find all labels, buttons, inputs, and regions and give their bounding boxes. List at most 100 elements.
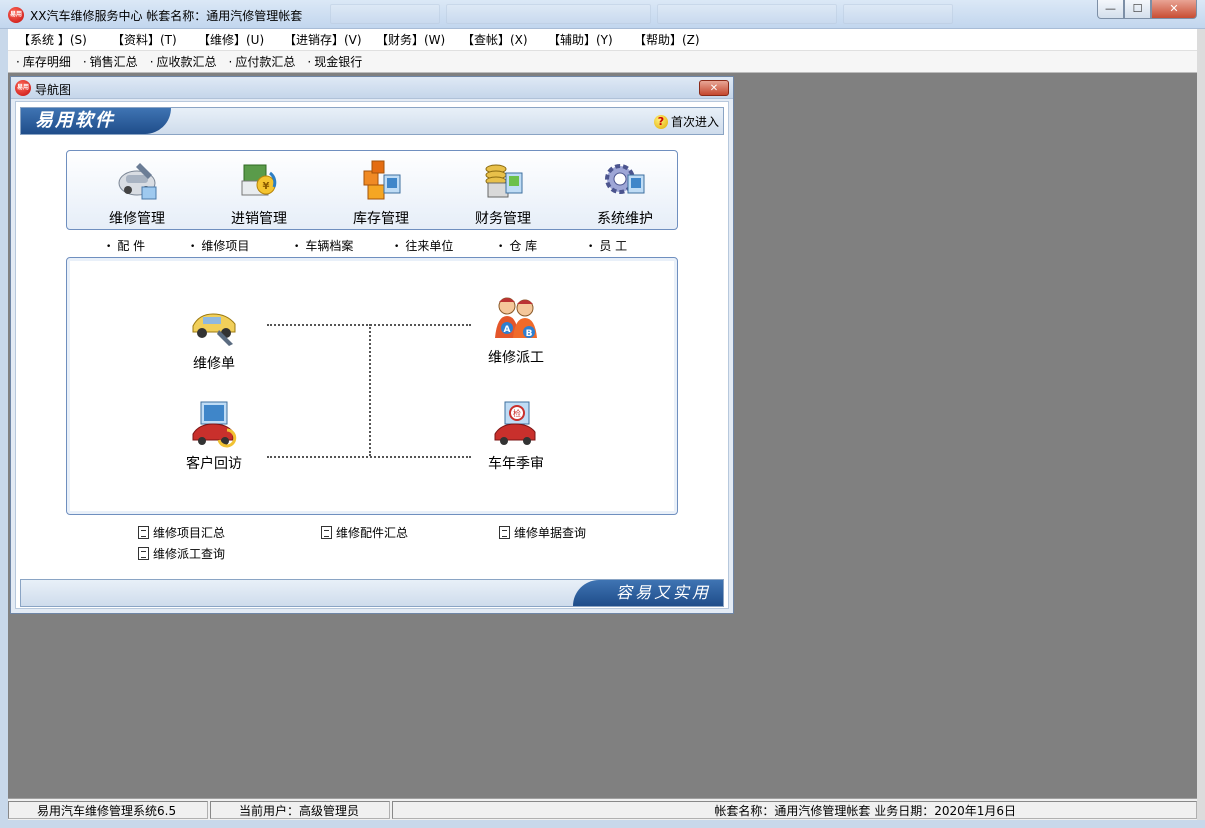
status-app-version: 易用汽车维修管理系统6.5	[8, 800, 208, 819]
mechanics-dispatch-icon: A B	[495, 297, 537, 339]
navigator-title: 导航图	[35, 83, 72, 97]
document-icon	[138, 547, 149, 560]
footer-slogan: 容易又实用	[573, 580, 723, 606]
link-vehicle-records[interactable]: 车辆档案	[294, 237, 353, 254]
module-repair-management[interactable]: 维修管理	[87, 157, 187, 228]
ghost-tab	[657, 4, 837, 24]
module-purchase-sales[interactable]: ¥ 进销管理	[209, 157, 309, 228]
footer-banner: 容易又实用	[20, 579, 724, 607]
flow-annual-inspection[interactable]: 检 车年季审	[461, 400, 571, 473]
module-finance-management[interactable]: 财务管理	[453, 157, 553, 228]
close-button[interactable]: ✕	[1151, 0, 1197, 19]
flow-label: 客户回访	[186, 456, 242, 472]
flow-label: 维修派工	[488, 350, 544, 366]
menu-audit[interactable]: 【查帐】(X)	[452, 31, 538, 48]
module-label: 库存管理	[353, 211, 409, 227]
window-right-border	[1197, 29, 1205, 828]
window-left-border	[0, 29, 8, 820]
badge-a: A	[504, 325, 511, 335]
menu-bar: 【系统 】(S) 【资料】(T) 【维修】(U) 【进销存】(V) 【财务】(W…	[8, 29, 1197, 51]
help-question-icon: ?	[653, 114, 668, 129]
title-bar: 易用 XX汽车维修服务中心 帐套名称：通用汽修管理帐套 — ☐ ✕	[0, 0, 1205, 29]
menu-inventory[interactable]: 【进销存】(V)	[274, 31, 366, 48]
navigator-close-button[interactable]: ✕	[699, 80, 729, 96]
report-repair-order-query[interactable]: 维修单据查询	[499, 524, 586, 541]
settings-gear-icon	[605, 164, 645, 194]
module-label: 进销管理	[231, 211, 287, 227]
module-label: 财务管理	[475, 211, 531, 227]
purchase-sales-icon: ¥	[241, 164, 277, 196]
app-logo-icon: 易用	[8, 7, 24, 23]
flow-customer-visit[interactable]: 客户回访	[159, 400, 269, 473]
background-taskbar-tabs	[330, 4, 953, 26]
repair-icon	[118, 163, 157, 200]
link-employees[interactable]: 员 工	[588, 237, 627, 254]
document-icon	[138, 526, 149, 539]
menu-finance[interactable]: 【财务】(W)	[366, 31, 452, 48]
navigator-body: 易用软件 ? 首次进入 维修管理 ¥ 进销管理 库存管理 财务管理 系统维护 •…	[15, 101, 729, 609]
maximize-button[interactable]: ☐	[1124, 0, 1151, 19]
svg-text:¥: ¥	[263, 181, 270, 192]
report-dispatch-query[interactable]: 维修派工查询	[138, 545, 225, 562]
status-account-info: 帐套名称：通用汽修管理帐套 业务日期：2020年1月6日	[392, 800, 1197, 819]
flow-connector	[369, 324, 371, 456]
quick-sales-summary[interactable]: 销售汇总	[83, 53, 138, 70]
link-warehouse[interactable]: 仓 库	[498, 237, 537, 254]
inventory-icon	[363, 160, 401, 200]
report-label: 维修单据查询	[514, 526, 587, 540]
workflow-panel: 维修单 A B 维修派工 客户回访 检 车年季审	[66, 257, 678, 515]
window-bottom-border	[0, 820, 1205, 828]
module-label: 系统维护	[597, 211, 653, 227]
report-label: 维修配件汇总	[336, 526, 409, 540]
module-panel: 维修管理 ¥ 进销管理 库存管理 财务管理 系统维护	[66, 150, 678, 230]
menu-tools[interactable]: 【辅助】(Y)	[538, 31, 624, 48]
flow-repair-order[interactable]: 维修单	[159, 300, 269, 373]
document-icon	[499, 526, 510, 539]
flow-label: 维修单	[193, 356, 235, 372]
quick-payables-summary[interactable]: 应付款汇总	[229, 53, 295, 70]
minimize-button[interactable]: —	[1097, 0, 1124, 19]
customer-visit-icon	[192, 401, 237, 448]
link-business-partners[interactable]: 往来单位	[394, 237, 453, 254]
report-label: 维修项目汇总	[153, 526, 226, 540]
quick-stock-detail[interactable]: 库存明细	[16, 53, 71, 70]
inspection-stamp: 检	[513, 408, 521, 418]
brand-logo: 易用软件	[21, 108, 171, 134]
report-label: 维修派工查询	[153, 547, 226, 561]
ghost-tab	[446, 4, 651, 24]
quick-receivables-summary[interactable]: 应收款汇总	[150, 53, 217, 70]
flow-label: 车年季审	[488, 456, 544, 472]
status-bar: 易用汽车维修管理系统6.5 当前用户：高级管理员 帐套名称：通用汽修管理帐套 业…	[8, 798, 1197, 820]
first-time-help-link[interactable]: ? 首次进入	[653, 113, 719, 130]
menu-repair[interactable]: 【维修】(U)	[188, 31, 274, 48]
quick-cash-bank[interactable]: 现金银行	[307, 53, 362, 70]
window-controls: — ☐ ✕	[1097, 0, 1197, 19]
repair-order-car-icon	[192, 313, 236, 346]
finance-icon	[485, 164, 523, 198]
badge-b: B	[526, 329, 533, 339]
module-label: 维修管理	[109, 211, 165, 227]
annual-inspection-icon: 检	[494, 401, 536, 445]
menu-system[interactable]: 【系统 】(S)	[8, 31, 102, 48]
report-repair-items-summary[interactable]: 维修项目汇总	[138, 524, 225, 541]
flow-repair-dispatch[interactable]: A B 维修派工	[461, 294, 571, 367]
ghost-tab	[843, 4, 953, 24]
flow-connector	[267, 456, 471, 458]
navigator-window: 易用 导航图 ✕ 易用软件 ? 首次进入 维修管理 ¥ 进销管理 库存管理 财务…	[10, 76, 734, 614]
menu-data[interactable]: 【资料】(T)	[102, 31, 188, 48]
quick-toolbar: 库存明细 销售汇总 应收款汇总 应付款汇总 现金银行	[8, 51, 1197, 73]
report-repair-parts-summary[interactable]: 维修配件汇总	[321, 524, 408, 541]
status-current-user: 当前用户：高级管理员	[210, 800, 390, 819]
module-inventory-management[interactable]: 库存管理	[331, 157, 431, 228]
document-icon	[321, 526, 332, 539]
ghost-tab	[330, 4, 440, 24]
menu-help[interactable]: 【帮助】(Z)	[624, 31, 710, 48]
link-repair-items[interactable]: 维修项目	[190, 237, 249, 254]
first-time-help-label: 首次进入	[670, 115, 719, 129]
navigator-title-bar: 易用 导航图 ✕	[11, 77, 733, 99]
window-title: XX汽车维修服务中心 帐套名称：通用汽修管理帐套	[30, 9, 303, 23]
basic-data-links: 配 件 维修项目 车辆档案 往来单位 仓 库 员 工	[106, 237, 666, 255]
link-parts[interactable]: 配 件	[106, 237, 145, 254]
header-banner: 易用软件 ? 首次进入	[20, 107, 724, 135]
module-system-maintenance[interactable]: 系统维护	[575, 157, 675, 228]
